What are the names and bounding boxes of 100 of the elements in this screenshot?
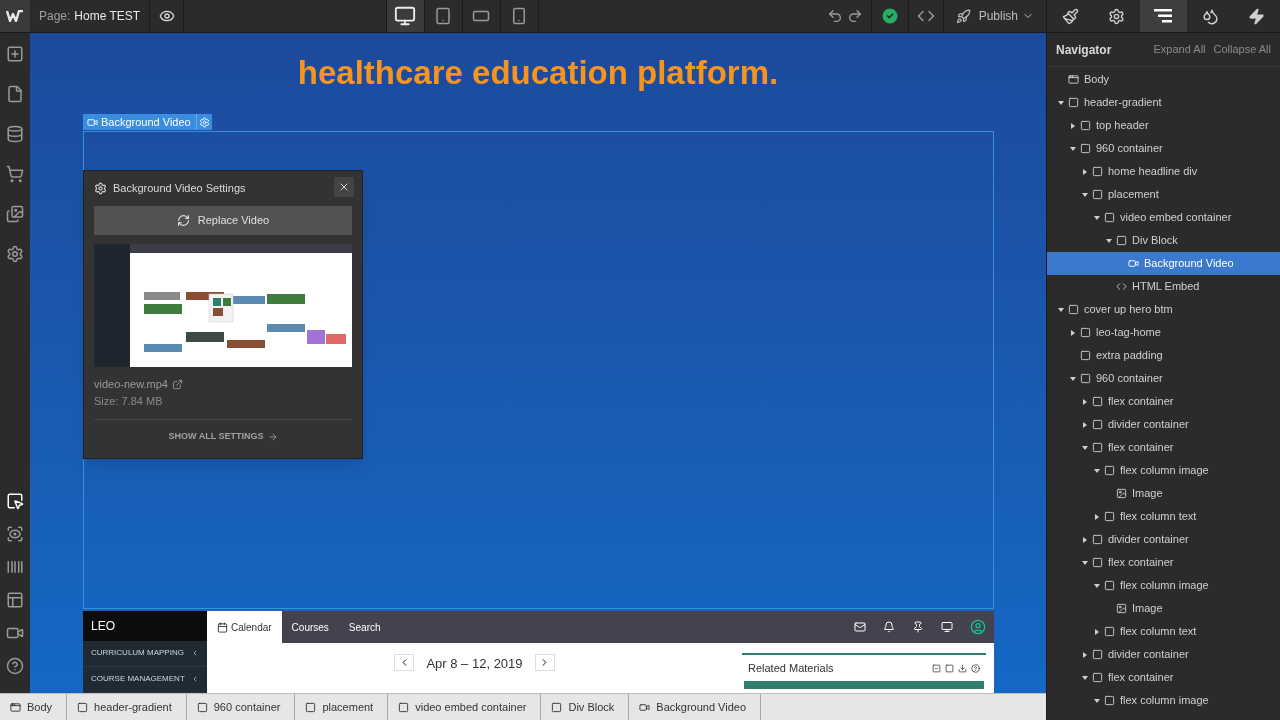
- navigator-item[interactable]: Image: [1047, 482, 1280, 505]
- element-icon: [1092, 166, 1103, 177]
- mail-icon[interactable]: [854, 621, 866, 633]
- breadcrumb-item[interactable]: Div Block: [541, 694, 630, 720]
- show-all-settings-link[interactable]: SHOW ALL SETTINGS: [168, 430, 278, 444]
- navigator-item[interactable]: top header: [1047, 114, 1280, 137]
- collapse-all-button[interactable]: Collapse All: [1213, 41, 1271, 58]
- caret-icon[interactable]: [1082, 168, 1088, 175]
- navigator-item[interactable]: cover up hero btm: [1047, 298, 1280, 321]
- navigator-item[interactable]: flex column text: [1047, 505, 1280, 528]
- navigator-item[interactable]: flex column image: [1047, 574, 1280, 597]
- pin-icon[interactable]: [912, 621, 924, 633]
- navigator-item[interactable]: flex column image: [1047, 689, 1280, 712]
- navigator-item[interactable]: Div Block: [1047, 229, 1280, 252]
- caret-icon[interactable]: [1058, 99, 1064, 106]
- app-tab[interactable]: Calendar: [207, 611, 282, 643]
- breadcrumb-item[interactable]: 960 container: [186, 694, 296, 720]
- add-icon[interactable]: [6, 45, 24, 63]
- page-icon[interactable]: [6, 85, 24, 103]
- cart-icon[interactable]: [6, 165, 24, 183]
- navigator-item[interactable]: video embed container: [1047, 206, 1280, 229]
- navigator-item[interactable]: flex container: [1047, 436, 1280, 459]
- caret-icon[interactable]: [1094, 467, 1100, 474]
- monitor-icon[interactable]: [941, 621, 953, 633]
- help-icon[interactable]: [6, 657, 24, 675]
- navigator-item[interactable]: leo-tag-home: [1047, 321, 1280, 344]
- selection-label-text: Background Video: [101, 114, 191, 130]
- help-icon[interactable]: [971, 663, 980, 673]
- bell-icon[interactable]: [883, 621, 895, 633]
- breadcrumb-item[interactable]: header-gradient: [67, 694, 187, 720]
- caret-icon[interactable]: [1094, 513, 1100, 520]
- undo-icon[interactable]: [826, 8, 843, 24]
- navigator-item[interactable]: Background Video: [1047, 252, 1280, 275]
- navigator-item[interactable]: placement: [1047, 183, 1280, 206]
- close-button[interactable]: [334, 177, 354, 198]
- caret-icon[interactable]: [1082, 651, 1088, 658]
- navigator-item[interactable]: Body: [1047, 68, 1280, 91]
- check-icon[interactable]: [879, 6, 900, 26]
- lightning-icon: [1248, 7, 1266, 25]
- caret-icon[interactable]: [1058, 306, 1064, 313]
- checkbox-icon[interactable]: [932, 663, 941, 673]
- caret-icon[interactable]: [1082, 536, 1088, 543]
- panel-tab[interactable]: [1140, 0, 1187, 32]
- caret-icon[interactable]: [1094, 214, 1100, 221]
- navigator-item[interactable]: Image: [1047, 597, 1280, 620]
- navigator-item[interactable]: divider container: [1047, 528, 1280, 551]
- caret-icon[interactable]: [1070, 145, 1076, 152]
- preview-selection-icon[interactable]: [6, 525, 24, 543]
- select-icon[interactable]: [6, 492, 24, 510]
- breadcrumb-item[interactable]: Body: [0, 694, 68, 720]
- layout-icon[interactable]: [6, 591, 24, 609]
- navigator-item[interactable]: 960 container: [1047, 367, 1280, 390]
- images-icon[interactable]: [6, 205, 24, 223]
- navigator-item[interactable]: divider container: [1047, 413, 1280, 436]
- image-icon: [1116, 603, 1127, 614]
- download-icon[interactable]: [958, 663, 967, 673]
- caret-icon[interactable]: [1106, 237, 1112, 244]
- caret-icon[interactable]: [1094, 582, 1100, 589]
- navigator-item[interactable]: 960 container: [1047, 137, 1280, 160]
- external-link-icon[interactable]: [172, 378, 183, 390]
- webflow-logo[interactable]: [0, 0, 30, 32]
- caret-icon[interactable]: [1082, 559, 1088, 566]
- navigator-item[interactable]: flex container: [1047, 666, 1280, 689]
- element-icon: [1080, 327, 1091, 338]
- app-tab[interactable]: Courses: [281, 611, 339, 643]
- navigator-item[interactable]: flex column text: [1047, 620, 1280, 643]
- caret-icon[interactable]: [1094, 697, 1100, 704]
- image-icon: [1116, 488, 1127, 499]
- caret-icon[interactable]: [1082, 674, 1088, 681]
- settings-icon[interactable]: [6, 245, 24, 263]
- navigator-item[interactable]: flex container: [1047, 390, 1280, 413]
- replace-video-button[interactable]: Replace Video: [94, 206, 352, 236]
- caret-icon[interactable]: [1082, 421, 1088, 428]
- app-tab[interactable]: Search: [338, 611, 391, 643]
- caret-icon[interactable]: [1070, 375, 1076, 382]
- breadcrumb-item[interactable]: video embed container: [388, 694, 542, 720]
- page-name[interactable]: Home TEST: [74, 7, 141, 25]
- breadcrumb-item[interactable]: Background Video: [629, 694, 762, 720]
- navigator-item[interactable]: HTML Embed: [1047, 275, 1280, 298]
- chevron-icon: [191, 675, 199, 684]
- caret-icon[interactable]: [1082, 444, 1088, 451]
- publish-button[interactable]: Publish: [942, 0, 1046, 32]
- navigator-item[interactable]: divider container: [1047, 643, 1280, 666]
- navigator-item[interactable]: flex column image: [1047, 459, 1280, 482]
- square-icon[interactable]: [945, 663, 954, 673]
- avatar-icon[interactable]: [970, 619, 986, 635]
- device-button[interactable]: [386, 0, 425, 32]
- navigator-item[interactable]: header-gradient: [1047, 91, 1280, 114]
- expand-all-button[interactable]: Expand All: [1153, 41, 1206, 58]
- caret-icon[interactable]: [1070, 329, 1076, 336]
- navigator-item[interactable]: extra padding: [1047, 344, 1280, 367]
- navigator-item[interactable]: home headline div: [1047, 160, 1280, 183]
- navigator-item[interactable]: flex container: [1047, 551, 1280, 574]
- redo-icon[interactable]: [846, 8, 863, 24]
- caret-icon[interactable]: [1094, 628, 1100, 635]
- database-icon[interactable]: [6, 125, 24, 143]
- caret-icon[interactable]: [1082, 191, 1088, 198]
- caret-icon[interactable]: [1082, 398, 1088, 405]
- breadcrumb-item[interactable]: placement: [295, 694, 389, 720]
- caret-icon[interactable]: [1070, 122, 1076, 129]
